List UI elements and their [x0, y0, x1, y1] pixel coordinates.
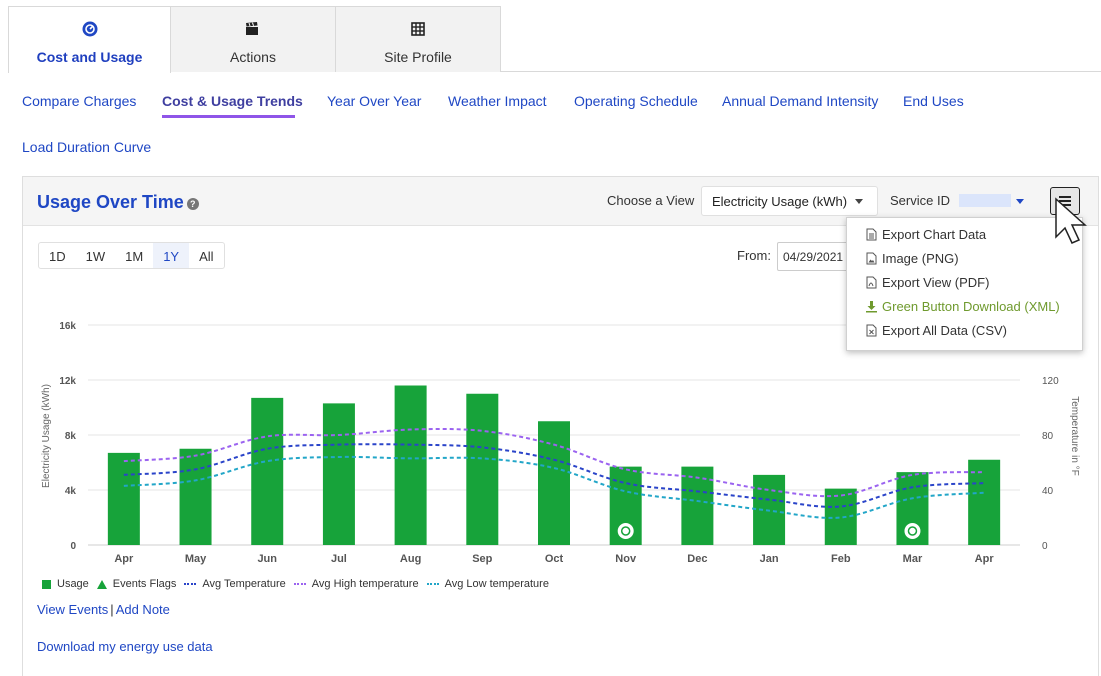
usage-bar	[107, 452, 140, 545]
legend-events-flags[interactable]: Events Flags	[96, 578, 177, 590]
event-flag-marker	[904, 523, 921, 539]
y-tick-label: 4k	[65, 486, 77, 497]
menu-item-label: Export Chart Data	[882, 227, 987, 242]
menu-item-image-png[interactable]: Image (PNG)	[865, 251, 959, 266]
x-tick-label: Sep	[472, 553, 492, 565]
add-note-link[interactable]: Add Note	[116, 602, 170, 617]
chart-legend: Usage Events Flags Avg Temperature Avg H…	[42, 578, 557, 590]
legend-label: Avg Low temperature	[444, 578, 549, 590]
x-tick-label: May	[185, 553, 207, 565]
menu-item-export-all-data-csv[interactable]: Export All Data (CSV)	[865, 323, 1007, 338]
y2-tick-label: 40	[1042, 486, 1054, 497]
download-energy-data-link[interactable]: Download my energy use data	[37, 639, 213, 654]
event-links: View Events | Add Note	[37, 602, 170, 617]
gauge-icon	[82, 20, 98, 38]
x-tick-label: Jan	[760, 553, 779, 565]
y-tick-label: 12k	[59, 376, 76, 387]
y2-axis-label: Temperature in °F	[1069, 396, 1080, 476]
tab-cost-and-usage[interactable]: Cost and Usage	[8, 6, 171, 73]
view-events-link[interactable]: View Events	[37, 602, 108, 617]
x-tick-label: Jun	[257, 553, 277, 565]
y-axis-label: Electricity Usage (kWh)	[41, 384, 52, 488]
download-icon	[866, 301, 877, 313]
y-tick-label: 0	[70, 541, 76, 552]
link-separator: |	[110, 602, 114, 617]
menu-item-label: Green Button Download (XML)	[882, 299, 1060, 314]
legend-avg-high-temperature[interactable]: Avg High temperature	[293, 578, 419, 590]
legend-swatch	[426, 583, 439, 585]
legend-swatch	[293, 583, 306, 585]
warning-icon	[96, 579, 107, 589]
usage-bar	[394, 385, 427, 545]
y-tick-label: 8k	[65, 431, 77, 442]
legend-label: Usage	[57, 578, 89, 590]
usage-bar	[322, 403, 355, 545]
y2-tick-label: 120	[1042, 376, 1059, 387]
x-tick-label: Mar	[903, 553, 923, 565]
usage-bar	[538, 421, 570, 545]
pdf-file-icon	[866, 276, 877, 289]
menu-item-label: Export All Data (CSV)	[882, 323, 1007, 338]
y-tick-label: 16k	[59, 321, 76, 332]
x-tick-label: Apr	[114, 553, 134, 565]
menu-item-export-view-pdf[interactable]: Export View (PDF)	[865, 275, 989, 290]
x-tick-label: Apr	[975, 553, 995, 565]
usage-bar	[251, 397, 284, 545]
legend-swatch	[42, 579, 51, 589]
y2-tick-label: 80	[1042, 431, 1054, 442]
legend-label: Avg Temperature	[202, 578, 286, 590]
export-menu: Export Chart Data Image (PNG) Export Vie…	[846, 217, 1083, 351]
legend-usage[interactable]: Usage	[42, 578, 89, 590]
usage-bar	[466, 393, 499, 545]
legend-avg-temperature[interactable]: Avg Temperature	[184, 578, 286, 590]
legend-swatch	[184, 583, 197, 585]
tab-label: Cost and Usage	[36, 49, 143, 65]
y2-tick-label: 0	[1042, 541, 1048, 552]
menu-item-export-chart-data[interactable]: Export Chart Data	[865, 227, 986, 242]
x-tick-label: Oct	[545, 553, 564, 565]
x-tick-label: Feb	[831, 553, 851, 565]
csv-file-icon	[866, 324, 877, 337]
menu-item-label: Export View (PDF)	[882, 275, 990, 290]
x-tick-label: Dec	[687, 553, 707, 565]
x-tick-label: Aug	[400, 553, 421, 565]
image-file-icon	[866, 252, 877, 265]
mouse-cursor-icon	[1055, 197, 1087, 244]
event-flag-marker	[617, 523, 634, 539]
x-tick-label: Jul	[331, 553, 347, 565]
legend-label: Events Flags	[112, 578, 177, 590]
menu-item-green-button-download[interactable]: Green Button Download (XML)	[865, 299, 1060, 314]
x-tick-label: Nov	[615, 553, 637, 565]
legend-label: Avg High temperature	[311, 578, 419, 590]
usage-bar	[179, 448, 212, 545]
menu-item-label: Image (PNG)	[882, 251, 959, 266]
legend-avg-low-temperature[interactable]: Avg Low temperature	[426, 578, 549, 590]
document-icon	[866, 228, 877, 241]
